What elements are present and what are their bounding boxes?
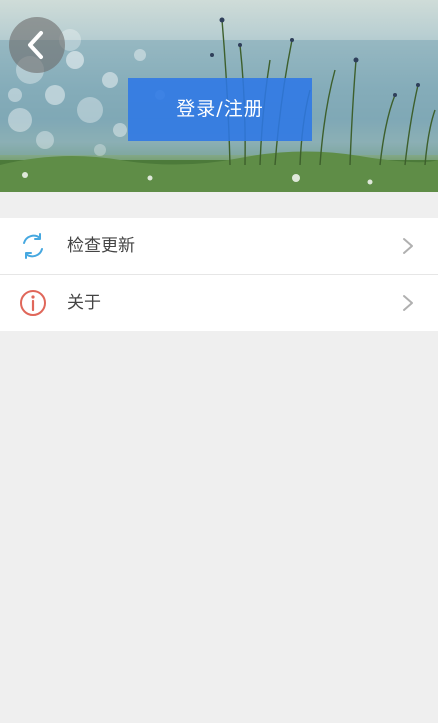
menu-item-about[interactable]: 关于	[0, 275, 438, 331]
back-button[interactable]	[9, 17, 65, 73]
menu-item-label: 关于	[67, 293, 101, 313]
chevron-left-icon	[28, 31, 43, 59]
info-icon	[20, 290, 46, 316]
login-register-button[interactable]: 登录/注册	[128, 78, 312, 141]
header-banner: 登录/注册	[0, 0, 438, 192]
settings-menu: 检查更新 关于	[0, 218, 438, 331]
refresh-icon	[23, 233, 43, 259]
menu-item-check-update[interactable]: 检查更新	[0, 218, 438, 275]
chevron-right-icon	[403, 238, 413, 254]
menu-item-label: 检查更新	[67, 236, 135, 256]
chevron-right-icon	[403, 295, 413, 311]
